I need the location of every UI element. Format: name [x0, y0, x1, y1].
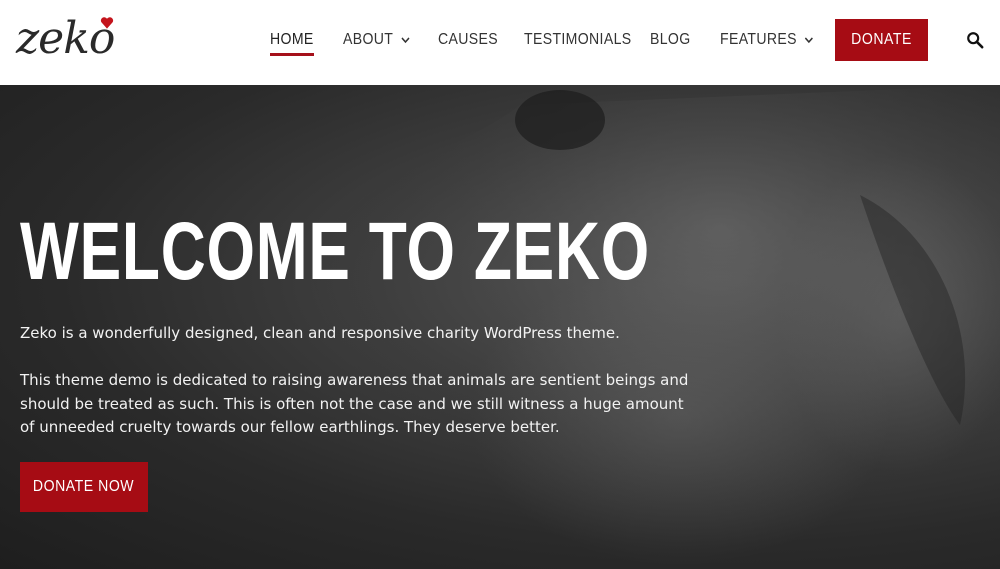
donate-now-button[interactable]: DONATE NOW — [20, 462, 148, 512]
donate-button-label: DONATE — [851, 31, 912, 48]
nav-item-label: BLOG — [650, 31, 691, 48]
nav-item-label: HOME — [270, 31, 314, 48]
hero-title: WELCOME TO ZEKO — [20, 206, 650, 297]
chevron-down-icon — [401, 37, 410, 43]
nav-item-label: ABOUT — [343, 31, 394, 48]
hero-intro-text: Zeko is a wonderfully designed, clean an… — [20, 324, 620, 342]
donate-now-label: DONATE NOW — [33, 478, 135, 495]
nav-item-features[interactable]: FEATURES — [720, 29, 814, 51]
nav-item-label: FEATURES — [720, 31, 797, 48]
donate-button[interactable]: DONATE — [835, 19, 928, 61]
nav-item-label: TESTIMONIALS — [524, 31, 632, 48]
nav-item-home[interactable]: HOME — [270, 29, 314, 56]
site-header: zeko HOME ABOUT CAUSES TESTIMONIALS BLOG… — [0, 0, 1000, 85]
nav-item-causes[interactable]: CAUSES — [438, 29, 498, 51]
nav-item-testimonials[interactable]: TESTIMONIALS — [524, 29, 631, 51]
chevron-down-icon — [805, 37, 814, 43]
nav-item-about[interactable]: ABOUT — [343, 29, 410, 51]
nav-item-blog[interactable]: BLOG — [650, 29, 691, 51]
search-icon[interactable] — [966, 31, 984, 49]
hero-section: WELCOME TO ZEKO Zeko is a wonderfully de… — [0, 85, 1000, 569]
nav-item-label: CAUSES — [438, 31, 499, 48]
hero-description-text: This theme demo is dedicated to raising … — [20, 371, 689, 436]
